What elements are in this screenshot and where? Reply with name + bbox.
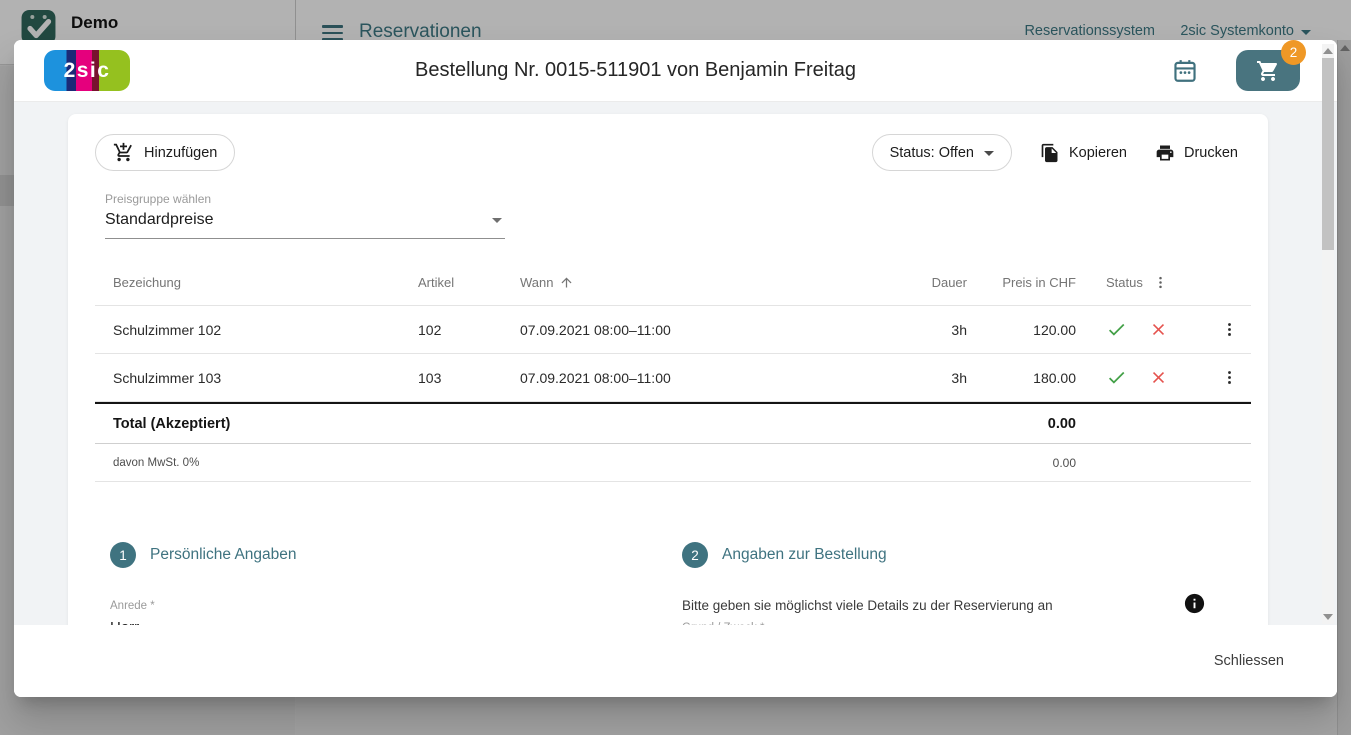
cart-button[interactable]: 2	[1236, 50, 1300, 91]
chevron-down-icon	[984, 151, 994, 156]
status-dropdown[interactable]: Status: Offen	[872, 134, 1012, 171]
order-dialog: 2sic Bestellung Nr. 0015-511901 von Benj…	[14, 40, 1337, 697]
order-table: Bezeichung Artikel Wann Dauer Preis in C…	[95, 259, 1251, 482]
col-status: Status	[1076, 275, 1207, 290]
printer-icon	[1155, 143, 1175, 163]
accept-icon[interactable]	[1106, 367, 1127, 388]
section-order-title: Angaben zur Bestellung	[722, 546, 887, 564]
item-article: 102	[418, 322, 520, 338]
2sic-logo: 2sic	[44, 50, 130, 91]
col-bezeichung: Bezeichung	[95, 275, 418, 290]
total-value: 0.00	[967, 416, 1076, 432]
item-status	[1076, 319, 1207, 340]
toolbar-right: Status: Offen Kopieren Drucken	[872, 134, 1238, 171]
table-row: Schulzimmer 102 102 07.09.2021 08:00–11:…	[95, 306, 1251, 354]
order-hint-text: Bitte geben sie möglichst viele Details …	[682, 598, 1230, 613]
vat-value: 0.00	[967, 456, 1076, 470]
dialog-scrollbar[interactable]	[1322, 44, 1334, 624]
calendar-icon[interactable]	[1172, 58, 1198, 84]
col-wann[interactable]: Wann	[520, 275, 877, 290]
dialog-body: Hinzufügen Status: Offen Kopieren Drucke…	[14, 102, 1337, 625]
total-row: Total (Akzeptiert) 0.00	[95, 402, 1251, 444]
price-group-label: Preisgruppe wählen	[105, 192, 505, 206]
item-article: 103	[418, 370, 520, 386]
item-when: 07.09.2021 08:00–11:00	[520, 322, 877, 338]
item-duration: 3h	[877, 322, 967, 338]
chevron-down-icon	[492, 218, 502, 223]
close-button[interactable]: Schliessen	[1202, 644, 1296, 678]
step-badge-1: 1	[110, 542, 136, 568]
dialog-title: Bestellung Nr. 0015-511901 von Benjamin …	[134, 59, 1137, 82]
col-artikel: Artikel	[418, 275, 520, 290]
cart-badge: 2	[1281, 40, 1306, 65]
price-group-value: Standardpreise	[105, 211, 214, 229]
section-order: 2 Angaben zur Bestellung Bitte geben sie…	[682, 542, 1230, 625]
salutation-label: Anrede *	[110, 600, 655, 612]
print-button[interactable]: Drucken	[1155, 143, 1238, 163]
total-label: Total (Akzeptiert)	[95, 416, 967, 432]
add-shopping-cart-icon	[113, 142, 134, 163]
item-status	[1076, 367, 1207, 388]
table-header-row: Bezeichung Artikel Wann Dauer Preis in C…	[95, 259, 1251, 306]
scroll-up-icon[interactable]	[1323, 48, 1333, 54]
col-dauer: Dauer	[877, 275, 967, 290]
form-sections: 1 Persönliche Angaben Anrede * Herr 2	[110, 542, 1230, 625]
vat-label: davon MwSt. 0%	[95, 457, 967, 469]
dialog-header: 2sic Bestellung Nr. 0015-511901 von Benj…	[14, 40, 1337, 102]
sort-ascending-icon	[559, 275, 574, 290]
item-when: 07.09.2021 08:00–11:00	[520, 370, 877, 386]
vat-row: davon MwSt. 0% 0.00	[95, 444, 1251, 482]
dialog-footer: Schliessen	[14, 625, 1337, 697]
row-menu-icon[interactable]	[1221, 369, 1238, 386]
kebab-menu-icon[interactable]	[1153, 275, 1168, 290]
info-icon[interactable]	[1183, 592, 1206, 620]
shopping-cart-icon	[1256, 59, 1280, 83]
scrollbar-thumb[interactable]	[1322, 58, 1334, 250]
col-preis: Preis in CHF	[967, 275, 1076, 290]
logo-text: 2sic	[64, 59, 111, 83]
item-price: 120.00	[967, 322, 1076, 338]
price-group-select[interactable]: Preisgruppe wählen Standardpreise	[105, 192, 505, 239]
section-personal-title: Persönliche Angaben	[150, 546, 297, 564]
reject-icon[interactable]	[1149, 320, 1168, 339]
row-menu-icon[interactable]	[1221, 321, 1238, 338]
toolbar: Hinzufügen Status: Offen Kopieren Drucke…	[95, 134, 1238, 171]
reject-icon[interactable]	[1149, 368, 1168, 387]
scroll-down-icon[interactable]	[1323, 614, 1333, 620]
table-row: Schulzimmer 103 103 07.09.2021 08:00–11:…	[95, 354, 1251, 402]
add-item-button[interactable]: Hinzufügen	[95, 134, 235, 171]
item-duration: 3h	[877, 370, 967, 386]
item-name: Schulzimmer 103	[95, 370, 418, 386]
section-personal: 1 Persönliche Angaben Anrede * Herr	[110, 542, 682, 625]
accept-icon[interactable]	[1106, 319, 1127, 340]
salutation-select[interactable]: Anrede * Herr	[110, 600, 655, 625]
copy-button[interactable]: Kopieren	[1040, 143, 1127, 163]
item-price: 180.00	[967, 370, 1076, 386]
item-name: Schulzimmer 102	[95, 322, 418, 338]
step-badge-2: 2	[682, 542, 708, 568]
copy-icon	[1040, 143, 1060, 163]
order-card: Hinzufügen Status: Offen Kopieren Drucke…	[68, 114, 1268, 625]
